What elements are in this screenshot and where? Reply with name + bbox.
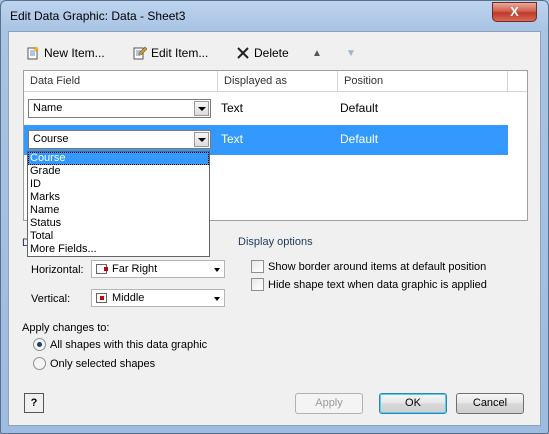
title-bar: Edit Data Graphic: Data - Sheet3 X <box>1 1 548 31</box>
radio-all-shapes[interactable]: All shapes with this data graphic <box>33 338 207 351</box>
dialog-body: New Item... Edit Item... Delete ▲ ▼ Data… <box>8 31 541 426</box>
header-position[interactable]: Position <box>338 71 508 92</box>
dropdown-option[interactable]: Status <box>28 217 209 230</box>
header-data-field[interactable]: Data Field <box>24 71 218 92</box>
field-combo[interactable]: Name <box>28 99 211 118</box>
combo-dropdown-button[interactable] <box>194 101 209 116</box>
apply-changes-title: Apply changes to: <box>22 322 110 334</box>
displayed-as-value: Text <box>221 101 244 115</box>
middle-swatch-icon <box>96 293 107 303</box>
dropdown-option[interactable]: Name <box>28 204 209 217</box>
show-border-label: Show border around items at default posi… <box>268 260 487 273</box>
far-right-swatch-icon <box>96 264 108 274</box>
new-item-label: New Item... <box>44 46 105 60</box>
position-value: Default <box>340 101 379 115</box>
delete-x-icon <box>236 46 250 60</box>
ok-button[interactable]: OK <box>379 393 447 414</box>
field-value: Course <box>33 133 69 145</box>
field-dropdown-list: Course Grade ID Marks Name Status Total … <box>27 151 210 257</box>
move-down-arrow-icon: ▼ <box>346 47 356 59</box>
close-button[interactable]: X <box>492 2 537 22</box>
apply-button[interactable]: Apply <box>295 393 363 414</box>
chevron-down-icon <box>214 268 220 272</box>
move-up-arrow-icon: ▲ <box>312 47 322 59</box>
radio-button-selected[interactable] <box>33 338 46 351</box>
horizontal-value: Far Right <box>112 263 158 275</box>
chevron-down-icon <box>198 138 206 142</box>
dropdown-option[interactable]: Total <box>28 230 209 243</box>
edit-item-button[interactable]: Edit Item... <box>133 45 208 61</box>
display-options-title: Display options <box>238 236 313 248</box>
edit-item-icon <box>133 46 148 60</box>
radio-selected-shapes-label: Only selected shapes <box>50 357 156 370</box>
displayed-as-value: Text <box>221 132 244 146</box>
dropdown-option[interactable]: More Fields... <box>28 243 209 256</box>
vertical-value: Middle <box>112 292 145 304</box>
move-down-button[interactable]: ▼ <box>346 45 356 61</box>
position-value: Default <box>340 132 379 146</box>
dropdown-option[interactable]: ID <box>28 178 209 191</box>
radio-button[interactable] <box>33 357 46 370</box>
hide-text-label: Hide shape text when data graphic is app… <box>268 278 487 291</box>
dropdown-option[interactable]: Marks <box>28 191 209 204</box>
radio-all-shapes-label: All shapes with this data graphic <box>50 338 208 351</box>
checkbox-box[interactable] <box>251 260 264 273</box>
cancel-button[interactable]: Cancel <box>456 393 524 414</box>
chevron-down-icon <box>198 107 206 111</box>
edit-item-label: Edit Item... <box>151 46 209 60</box>
delete-button[interactable]: Delete <box>236 45 289 61</box>
field-combo-active[interactable]: Course <box>28 130 211 149</box>
delete-label: Delete <box>254 46 289 60</box>
vertical-label: Vertical: <box>31 293 71 305</box>
grid-header: Data Field Displayed as Position <box>24 71 527 92</box>
show-border-checkbox[interactable]: Show border around items at default posi… <box>251 260 486 273</box>
window-title: Edit Data Graphic: Data - Sheet3 <box>10 9 186 23</box>
new-item-button[interactable]: New Item... <box>26 45 105 61</box>
dropdown-option[interactable]: Course <box>28 152 209 165</box>
header-displayed-as[interactable]: Displayed as <box>218 71 338 92</box>
dialog-window: Edit Data Graphic: Data - Sheet3 X New I… <box>0 0 549 434</box>
checkbox-box[interactable] <box>251 278 264 291</box>
hide-text-checkbox[interactable]: Hide shape text when data graphic is app… <box>251 278 487 291</box>
horizontal-label: Horizontal: <box>31 264 84 276</box>
move-up-button[interactable]: ▲ <box>312 45 322 61</box>
vertical-position-select[interactable]: Middle <box>91 289 225 307</box>
chevron-down-icon <box>214 297 220 301</box>
dropdown-option[interactable]: Grade <box>28 165 209 178</box>
new-item-icon <box>26 46 40 60</box>
horizontal-position-select[interactable]: Far Right <box>91 260 225 278</box>
field-value: Name <box>33 102 63 114</box>
grid-row[interactable]: Name Text Default <box>24 94 508 124</box>
help-button[interactable]: ? <box>24 393 44 413</box>
radio-selected-shapes[interactable]: Only selected shapes <box>33 357 155 370</box>
combo-dropdown-button[interactable] <box>194 132 209 147</box>
